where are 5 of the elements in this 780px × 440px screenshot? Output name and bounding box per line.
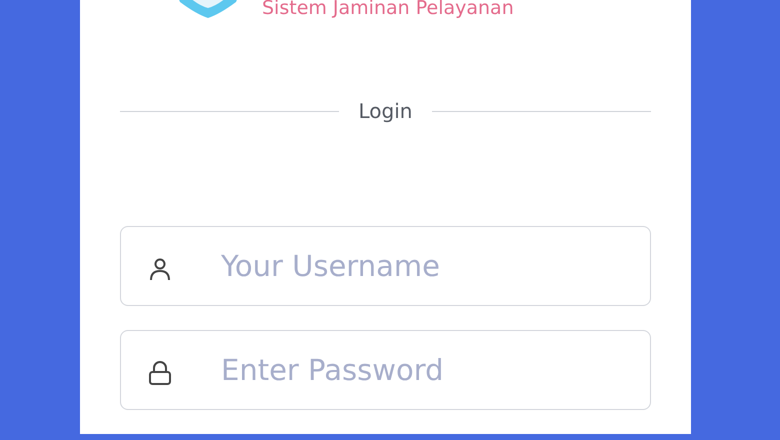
lock-icon — [148, 360, 172, 386]
username-field[interactable]: Your Username — [120, 226, 651, 306]
login-heading: Login — [358, 98, 414, 125]
user-icon — [148, 256, 172, 282]
password-field[interactable]: Enter Password — [120, 330, 651, 410]
